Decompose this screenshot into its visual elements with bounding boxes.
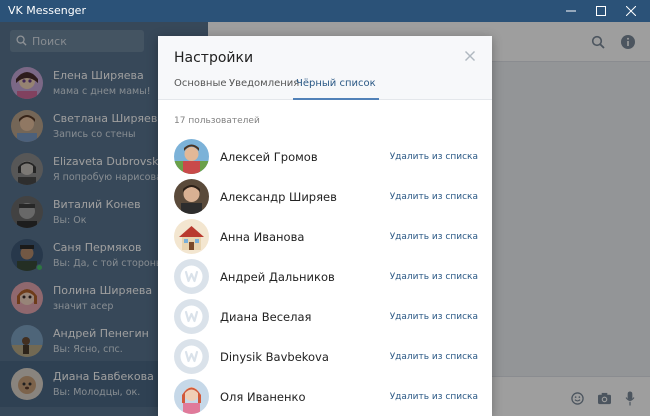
window-titlebar: VK Messenger [0,0,650,22]
remove-from-blacklist-link[interactable]: Удалить из списка [390,192,478,202]
blacklist-row: Александр Ширяев Удалить из списка [158,177,492,217]
user-name[interactable]: Александр Ширяев [220,190,337,204]
user-avatar[interactable] [174,139,209,174]
blacklist-row: Оля Иваненко Удалить из списка [158,377,492,416]
window-title: VK Messenger [8,4,86,17]
user-avatar[interactable] [174,259,209,294]
user-name[interactable]: Оля Иваненко [220,390,306,404]
user-avatar[interactable] [174,379,209,414]
tab-blacklist[interactable]: Чёрный список [293,78,379,100]
user-avatar[interactable] [174,299,209,334]
tab-notifications[interactable]: Уведомления [229,78,299,100]
user-name[interactable]: Анна Иванова [220,230,304,244]
blacklist-row: Диана Веселая Удалить из списка [158,297,492,337]
maximize-icon [596,6,606,16]
close-settings-button[interactable] [462,48,478,64]
blacklist-row: Анна Иванова Удалить из списка [158,217,492,257]
user-name[interactable]: Dinysik Bavbekova [220,350,329,364]
settings-modal: Настройки Основные Уведомления Чёрный сп… [158,36,492,416]
remove-from-blacklist-link[interactable]: Удалить из списка [390,232,478,242]
blacklist-row: Алексей Громов Удалить из списка [158,137,492,177]
blacklist-row: Андрей Дальников Удалить из списка [158,257,492,297]
minimize-icon [566,10,576,12]
user-avatar[interactable] [174,179,209,214]
user-name[interactable]: Диана Веселая [220,310,311,324]
remove-from-blacklist-link[interactable]: Удалить из списка [390,312,478,322]
tab-general[interactable]: Основные [174,78,227,100]
close-window-button[interactable] [616,0,646,22]
close-icon [465,51,475,61]
close-window-icon [626,6,636,16]
user-name[interactable]: Андрей Дальников [220,270,335,284]
settings-header: Настройки Основные Уведомления Чёрный сп… [158,36,492,100]
user-avatar[interactable] [174,339,209,374]
user-name[interactable]: Алексей Громов [220,150,318,164]
settings-title: Настройки [174,50,254,66]
user-avatar[interactable] [174,219,209,254]
remove-from-blacklist-link[interactable]: Удалить из списка [390,392,478,402]
remove-from-blacklist-link[interactable]: Удалить из списка [390,352,478,362]
maximize-button[interactable] [586,0,616,22]
blacklist-count: 17 пользователей [174,116,260,126]
remove-from-blacklist-link[interactable]: Удалить из списка [390,272,478,282]
remove-from-blacklist-link[interactable]: Удалить из списка [390,152,478,162]
minimize-button[interactable] [556,0,586,22]
blacklist-row: Dinysik Bavbekova Удалить из списка [158,337,492,377]
